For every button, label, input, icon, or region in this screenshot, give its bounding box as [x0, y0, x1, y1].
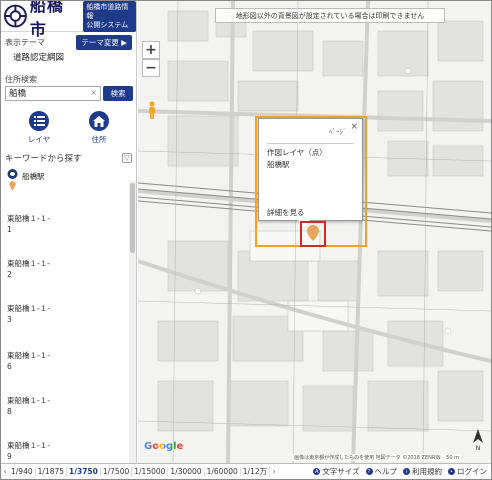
popup-detail-link[interactable]: 詳細を見る: [267, 207, 305, 218]
scale-option[interactable]: 1/1875: [36, 467, 68, 476]
list-item-label: 船橋駅: [22, 172, 45, 181]
home-icon: [89, 111, 109, 131]
font-size-link[interactable]: A 文字サイズ: [313, 466, 360, 477]
popup-divider: [267, 143, 354, 144]
scale-option[interactable]: 1/940: [9, 467, 36, 476]
print-notice: 地形図以外の背景図が設定されている場合は印刷できません: [215, 8, 445, 23]
help-link[interactable]: ? ヘルプ: [365, 466, 398, 477]
keyword-result-list: 船橋駅 東船橋１-１- 1 東船橋１-１- 2 東船橋１-１- 3 東船橋１-１…: [1, 164, 125, 463]
zoom-in-button[interactable]: +: [142, 41, 160, 59]
scale-option[interactable]: 1/30000: [168, 467, 205, 476]
list-item[interactable]: 東船橋１-１- 9: [7, 440, 50, 462]
help-label: ヘルプ: [374, 467, 398, 476]
city-emblem-icon: [4, 4, 27, 28]
scrollbar-thumb[interactable]: [130, 183, 135, 253]
address-search-row: 船橋 × 検索: [5, 86, 133, 101]
header: 船橋市 船橋市道路情報 公開システム: [1, 1, 136, 39]
system-title: 船橋市道路情報 公開システム: [83, 1, 136, 32]
footer-links: A 文字サイズ ? ヘルプ i 利用規約 • ログイン: [313, 466, 491, 477]
keyword-scrollbar[interactable]: [129, 181, 136, 463]
popup-tab-label[interactable]: ﾍﾟｰｼﾞ: [329, 127, 347, 137]
close-icon[interactable]: ×: [350, 122, 358, 132]
map-copyright: 画像は東京都が作成したものを使用 地図データ ©2018 ZENRIN 50 m: [292, 454, 461, 461]
font-size-label: 文字サイズ: [322, 467, 360, 476]
search-button[interactable]: 検索: [103, 86, 133, 101]
popup-feature-name: 船橋駅: [267, 160, 290, 169]
location-pin-icon: [7, 169, 18, 191]
address-label: 住所: [91, 135, 107, 144]
list-item[interactable]: 東船橋１-１- 3: [7, 303, 50, 325]
north-label: N: [475, 445, 481, 452]
tool-buttons: レイヤ 住所: [21, 111, 117, 145]
theme-label: 表示テーマ: [5, 38, 45, 47]
scale-option-active[interactable]: 1/3750: [67, 467, 101, 476]
terms-link[interactable]: i 利用規約: [403, 466, 442, 477]
login-label: ログイン: [457, 467, 487, 476]
address-search-label: 住所検索: [5, 75, 37, 84]
keyword-header: キーワードから探す ▽: [5, 152, 132, 164]
list-item[interactable]: 東船橋１-１- 8: [7, 395, 50, 417]
scale-bar-label: 50 m: [446, 455, 459, 461]
theme-row: 表示テーマ テーマ変更 ▶: [5, 35, 132, 50]
list-item[interactable]: 東船橋１-１- 2: [7, 258, 50, 280]
feature-popup: ﾍﾟｰｼﾞ × 作図レイヤ（点） 船橋駅 詳細を見る: [258, 118, 363, 221]
list-item[interactable]: 東船橋１-１- 6: [7, 350, 50, 372]
login-link[interactable]: • ログイン: [448, 466, 487, 477]
login-icon: •: [448, 468, 455, 475]
terms-icon: i: [403, 468, 410, 475]
map-view[interactable]: 地形図以外の背景図が設定されている場合は印刷できません + − ﾍﾟｰｼﾞ × …: [138, 1, 491, 463]
system-title-line1: 船橋市道路情報: [86, 2, 129, 20]
collapse-icon[interactable]: ▽: [122, 153, 132, 163]
scale-option[interactable]: 1/7500: [101, 467, 133, 476]
scale-option[interactable]: 1/12万: [241, 466, 271, 477]
address-search-value: 船橋: [9, 89, 27, 99]
theme-change-button[interactable]: テーマ変更 ▶: [76, 35, 132, 50]
google-logo-text: Google: [144, 441, 184, 452]
popup-layer-name: 作図レイヤ（点）: [267, 148, 327, 157]
layer-list-icon: [29, 111, 49, 131]
zoom-out-button[interactable]: −: [142, 59, 160, 77]
street-view-pegman-icon[interactable]: [147, 101, 157, 119]
feature-pin-icon[interactable]: [307, 225, 319, 241]
google-logo: Google: [144, 441, 183, 452]
scale-bar: ‹ 1/940 1/1875 1/3750 1/7500 1/15000 1/3…: [1, 463, 491, 479]
north-arrow-icon: N: [470, 429, 486, 453]
font-size-icon: A: [313, 468, 321, 475]
clear-icon[interactable]: ×: [90, 88, 97, 97]
help-icon: ?: [365, 468, 373, 475]
terms-label: 利用規約: [412, 467, 442, 476]
zoom-control: + −: [142, 41, 160, 77]
copyright-text: 画像は東京都が作成したものを使用 地図データ ©2018 ZENRIN: [294, 455, 441, 461]
current-theme: 道路認定網図: [13, 53, 65, 63]
scale-option[interactable]: 1/15000: [132, 467, 169, 476]
list-item[interactable]: 船橋駅: [7, 168, 45, 192]
scale-prev-button[interactable]: ‹: [1, 467, 9, 476]
list-item[interactable]: 東船橋１-１- 1: [7, 213, 50, 235]
layer-label: レイヤ: [27, 135, 51, 144]
layer-button[interactable]: レイヤ: [21, 111, 57, 145]
sidebar: 船橋市 船橋市道路情報 公開システム 表示テーマ テーマ変更 ▶ 道路認定網図 …: [1, 1, 137, 463]
keyword-title: キーワードから探す: [5, 154, 82, 164]
scale-option[interactable]: 1/60000: [205, 467, 241, 476]
address-button[interactable]: 住所: [81, 111, 117, 145]
scale-next-button[interactable]: ›: [270, 467, 278, 476]
system-title-line2: 公開システム: [86, 20, 129, 29]
address-search-input[interactable]: 船橋 ×: [5, 86, 101, 101]
